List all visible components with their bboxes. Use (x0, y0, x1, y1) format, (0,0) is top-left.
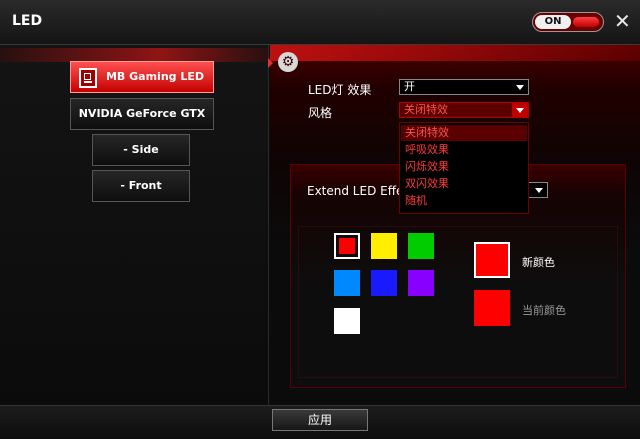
style-option[interactable]: 闪烁效果 (401, 159, 527, 175)
power-toggle[interactable]: ON (532, 12, 604, 32)
led-effect-label: LED灯 效果 (308, 83, 372, 97)
power-toggle-track (573, 17, 599, 27)
settings-panel-glow (270, 45, 640, 61)
window-title: LED (12, 13, 43, 29)
motherboard-icon (79, 68, 97, 88)
color-swatch-light-blue[interactable] (334, 270, 360, 296)
device-label: - Front (120, 179, 162, 192)
style-label: 风格 (308, 106, 333, 120)
chevron-down-icon (512, 103, 528, 117)
panel-pointer-icon (268, 58, 273, 68)
device-front[interactable]: - Front (92, 170, 190, 202)
style-option[interactable]: 关闭特效 (401, 125, 527, 141)
chevron-down-icon (516, 85, 524, 90)
led-effect-value: 开 (404, 80, 415, 93)
close-icon[interactable]: ✕ (614, 10, 631, 32)
device-panel-glow (0, 48, 268, 62)
style-option[interactable]: 随机 (401, 193, 527, 209)
style-option[interactable]: 呼吸效果 (401, 142, 527, 158)
style-select[interactable]: 关闭特效 (399, 102, 529, 118)
device-mb-gaming-led[interactable]: MB Gaming LED (70, 61, 214, 93)
led-effect-select[interactable]: 开 (399, 79, 529, 95)
color-swatch-blue[interactable] (371, 270, 397, 296)
chevron-down-icon (535, 188, 543, 193)
color-swatch-red[interactable] (334, 233, 360, 259)
device-gtx-1080[interactable]: NVIDIA GeForce GTX 1080 (70, 98, 214, 150)
device-side[interactable]: - Side (92, 134, 190, 166)
power-toggle-label: ON (535, 15, 571, 29)
new-color-label: 新颜色 (522, 256, 555, 269)
device-label: MB Gaming LED (105, 70, 205, 83)
color-swatch-purple[interactable] (408, 270, 434, 296)
style-value: 关闭特效 (404, 103, 448, 116)
title-bar: LED ON ✕ (0, 0, 640, 45)
color-swatch-green[interactable] (408, 233, 434, 259)
color-swatch-yellow[interactable] (371, 233, 397, 259)
device-label: - Side (123, 143, 159, 156)
apply-button[interactable]: 应用 (272, 409, 368, 431)
style-dropdown-list: 关闭特效 呼吸效果 闪烁效果 双闪效果 随机 (399, 122, 529, 214)
current-color-label: 当前颜色 (522, 304, 566, 317)
color-swatch-white[interactable] (334, 308, 360, 334)
current-color-swatch (474, 290, 510, 326)
new-color-swatch (474, 242, 510, 278)
swatch-fill (339, 238, 355, 254)
style-option[interactable]: 双闪效果 (401, 176, 527, 192)
gear-icon: ⚙ (278, 52, 298, 72)
